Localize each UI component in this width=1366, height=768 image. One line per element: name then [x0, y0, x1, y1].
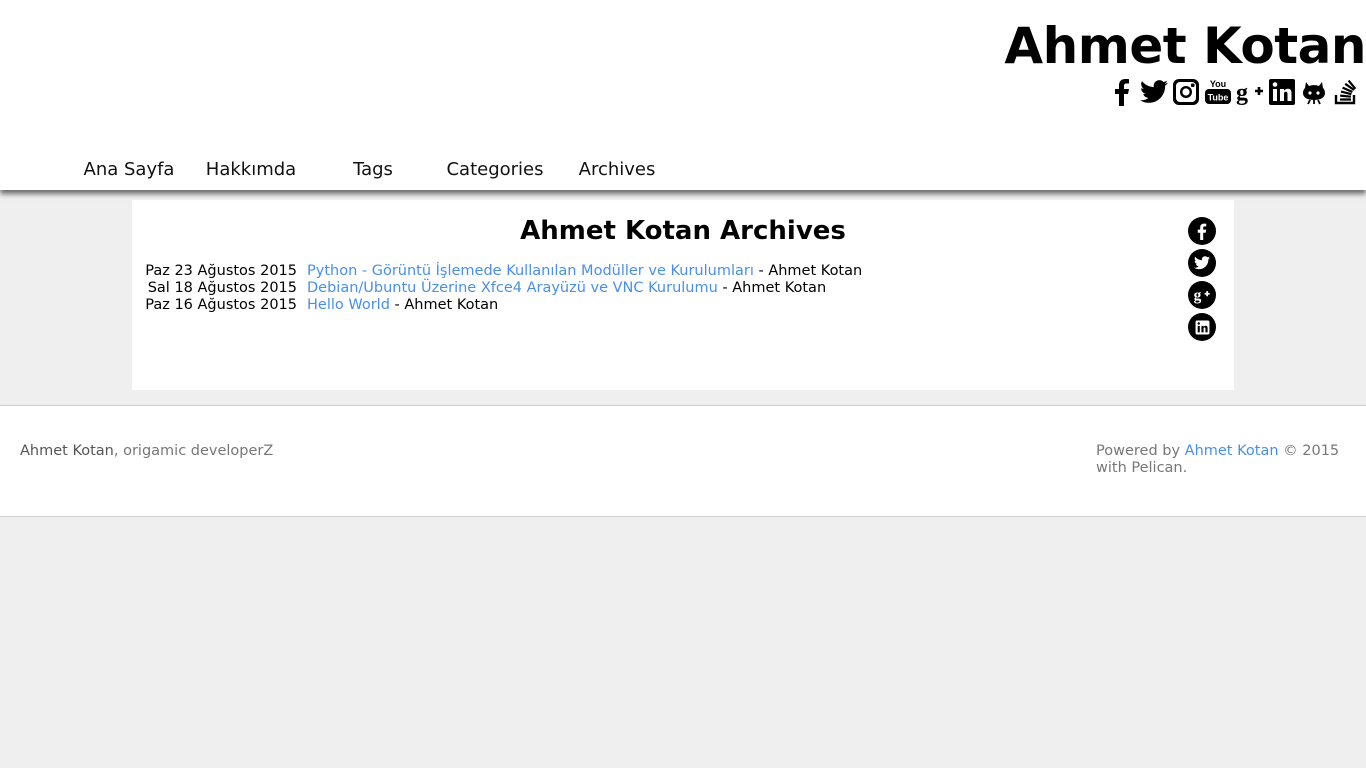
facebook-icon[interactable]	[1188, 217, 1216, 245]
powered-by-link[interactable]: Ahmet Kotan	[1185, 443, 1279, 459]
youtube-icon[interactable]: You Tube	[1204, 77, 1232, 107]
linkedin-icon[interactable]	[1188, 313, 1216, 341]
google-plus-icon[interactable]: g	[1236, 77, 1264, 107]
archive-post-link[interactable]: Hello World	[307, 297, 390, 313]
archive-list: Paz 23 Ağustos 2015 Python - Görüntü İşl…	[132, 263, 862, 314]
svg-text:g: g	[1194, 287, 1202, 304]
nav-item-categories[interactable]: Categories	[434, 156, 556, 184]
archive-separator: -	[717, 280, 733, 296]
nav-item-ana-sayfa[interactable]: Ana Sayfa	[68, 156, 190, 184]
archive-entry: Debian/Ubuntu Üzerine Xfce4 Arayüzü ve V…	[307, 280, 826, 297]
nav-item-archives[interactable]: Archives	[556, 156, 678, 184]
archive-separator: -	[389, 297, 405, 313]
archive-entry: Python - Görüntü İşlemede Kullanılan Mod…	[307, 263, 862, 280]
footer-credit: Ahmet Kotan, origamic developerZ	[20, 443, 273, 459]
share-buttons: g	[1188, 217, 1216, 341]
social-links: You Tube g	[1108, 77, 1360, 107]
instagram-icon[interactable]	[1172, 77, 1200, 107]
archive-separator: -	[753, 263, 769, 279]
list-item: Sal 18 Ağustos 2015 Debian/Ubuntu Üzerin…	[132, 280, 862, 297]
nav-item-tags[interactable]: Tags	[312, 156, 434, 184]
linkedin-icon[interactable]	[1268, 77, 1296, 107]
twitter-icon[interactable]	[1188, 249, 1216, 277]
archive-entry: Hello World - Ahmet Kotan	[307, 297, 498, 314]
site-header: Ahmet Kotan You Tube g Ana Sayfa Hakkımda…	[0, 0, 1366, 190]
archive-post-link[interactable]: Python - Görüntü İşlemede Kullanılan Mod…	[307, 263, 754, 279]
nav-item-hakkimda[interactable]: Hakkımda	[190, 156, 312, 184]
footer-tagline: , origamic developerZ	[113, 443, 274, 459]
site-title[interactable]: Ahmet Kotan	[1004, 14, 1366, 78]
archive-date: Paz 23 Ağustos 2015	[145, 263, 297, 279]
archive-date: Paz 16 Ağustos 2015	[145, 297, 297, 313]
footer-author-name: Ahmet Kotan	[20, 443, 114, 459]
svg-text:g: g	[1236, 80, 1248, 106]
google-plus-icon[interactable]: g	[1188, 281, 1216, 309]
main-nav: Ana Sayfa Hakkımda Tags Categories Archi…	[68, 156, 678, 184]
archive-author: Ahmet Kotan	[732, 280, 827, 296]
svg-text:Tube: Tube	[1208, 93, 1229, 103]
list-item: Paz 23 Ağustos 2015 Python - Görüntü İşl…	[132, 263, 862, 280]
archive-author: Ahmet Kotan	[768, 263, 863, 279]
svg-text:You: You	[1210, 79, 1226, 89]
twitter-icon[interactable]	[1140, 77, 1168, 107]
facebook-icon[interactable]	[1108, 77, 1136, 107]
archive-post-link[interactable]: Debian/Ubuntu Üzerine Xfce4 Arayüzü ve V…	[307, 280, 718, 296]
stackoverflow-icon[interactable]	[1332, 77, 1360, 107]
site-footer: Ahmet Kotan, origamic developerZ Powered…	[0, 405, 1366, 517]
content-card: Ahmet Kotan Archives Paz 23 Ağustos 2015…	[132, 200, 1234, 390]
github-icon[interactable]	[1300, 77, 1328, 107]
page-title: Ahmet Kotan Archives	[520, 216, 846, 246]
powered-by-prefix: Powered by	[1096, 443, 1185, 459]
list-item: Paz 16 Ağustos 2015 Hello World - Ahmet …	[132, 297, 862, 314]
archive-author: Ahmet Kotan	[404, 297, 499, 313]
footer-powered-by: Powered by Ahmet Kotan © 2015 with Pelic…	[1096, 443, 1346, 477]
archive-date: Sal 18 Ağustos 2015	[147, 280, 297, 296]
